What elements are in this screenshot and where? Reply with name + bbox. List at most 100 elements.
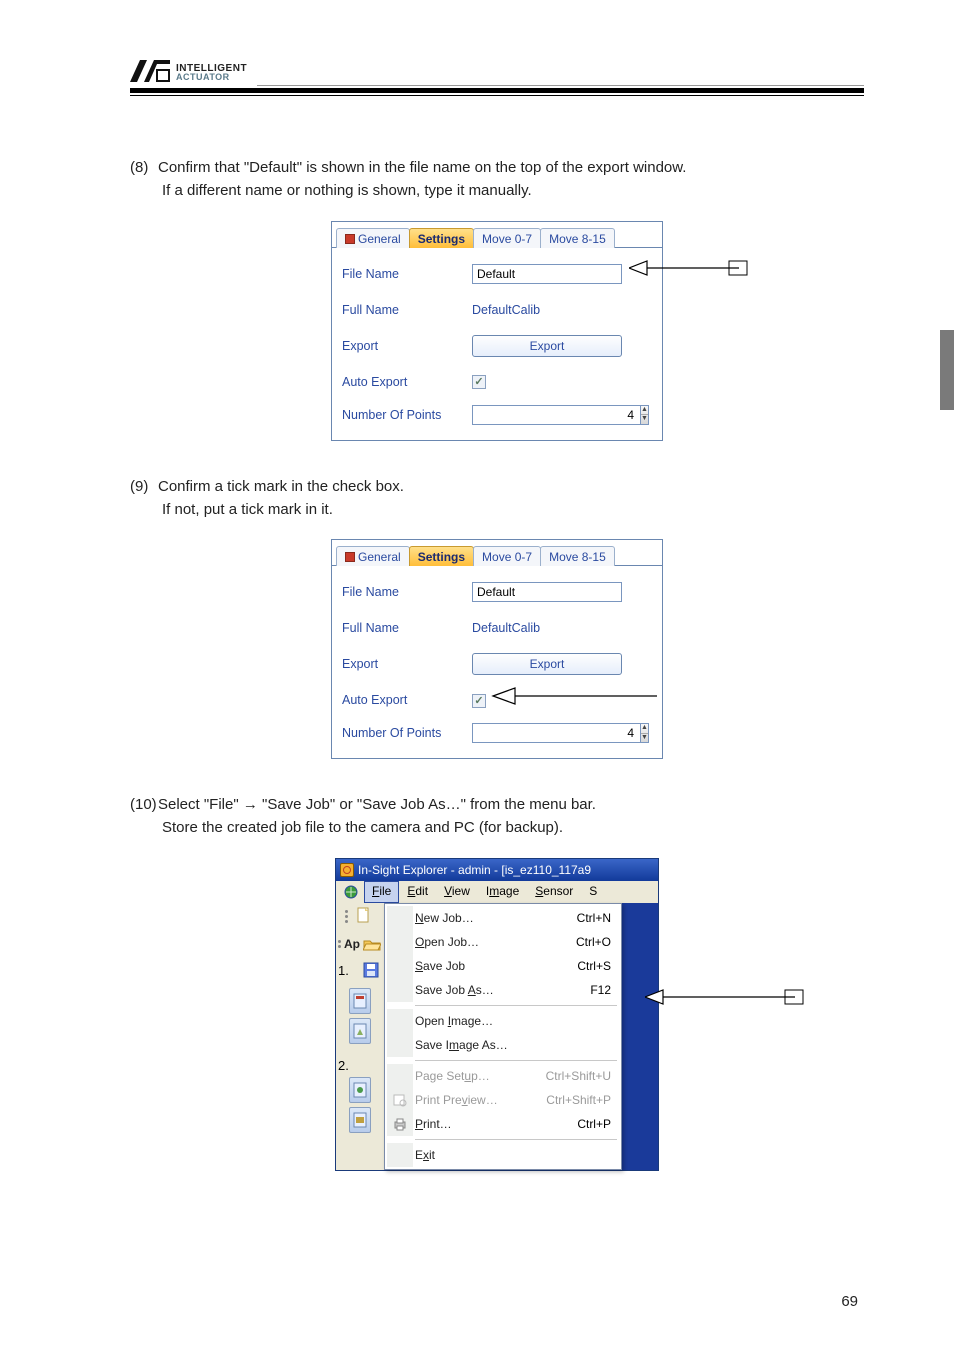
tab-move07-label: Move 0-7 — [482, 232, 532, 246]
page-number: 69 — [841, 1293, 858, 1310]
menu-item-exit[interactable]: Exit — [387, 1143, 619, 1167]
step-9: (9)Confirm a tick mark in the check box.… — [130, 475, 864, 522]
step-8-number: (8) — [130, 156, 158, 179]
toolbar-new-icon[interactable] — [353, 906, 375, 926]
tab-general-indicator-icon-2 — [345, 552, 355, 562]
brand-line2: ACTUATOR — [176, 72, 230, 82]
menu-image[interactable]: Image — [478, 881, 527, 903]
tab-general-indicator-icon — [345, 234, 355, 244]
left-wizard-icon-4[interactable] — [349, 1107, 371, 1133]
file-name-input-2[interactable] — [472, 582, 622, 602]
menu-item-new-job[interactable]: New Job… Ctrl+N — [387, 906, 619, 930]
tab-move07-2[interactable]: Move 0-7 — [473, 546, 541, 566]
number-points-label-2: Number Of Points — [342, 726, 472, 740]
number-points-spinner-2[interactable]: ▲▼ — [472, 723, 622, 743]
brand-logo: INTELLIGENT ACTUATOR — [130, 60, 247, 82]
menu-separator-1 — [415, 1005, 617, 1006]
spin-down-icon[interactable]: ▼ — [641, 415, 648, 424]
settings-panel-1: General Settings Move 0-7 Move 8-15 File… — [331, 221, 663, 441]
tab-general-label-2: General — [358, 550, 401, 564]
export-button-2[interactable]: Export — [472, 653, 622, 675]
full-name-value: DefaultCalib — [472, 303, 652, 317]
file-name-label-2: File Name — [342, 585, 472, 599]
accel-save-job: Ctrl+S — [577, 959, 611, 973]
menu-item-save-image-as[interactable]: Save Image As… — [387, 1033, 619, 1057]
sidebar-ap-label: Ap — [344, 937, 360, 951]
menu-file[interactable]: File — [364, 881, 399, 903]
left-wizard-icon-2[interactable] — [349, 1018, 371, 1044]
menu-edit[interactable]: Edit — [399, 881, 436, 903]
step-8: (8)Confirm that "Default" is shown in th… — [130, 156, 864, 203]
menu-item-print-preview: Print Preview… Ctrl+Shift+P — [387, 1088, 619, 1112]
spin-down-icon-2[interactable]: ▼ — [641, 734, 648, 743]
menu-item-save-job[interactable]: Save Job Ctrl+S — [387, 954, 619, 978]
toolbar-open-icon[interactable] — [362, 934, 382, 954]
menu-s-truncated[interactable]: S — [581, 881, 601, 903]
step-9-line1: Confirm a tick mark in the check box. — [158, 478, 404, 495]
left-wizard-icon-3[interactable] — [349, 1077, 371, 1103]
file-name-label: File Name — [342, 267, 472, 281]
file-name-input[interactable] — [472, 264, 622, 284]
accel-save-job-as: F12 — [590, 983, 611, 997]
tab-settings-2[interactable]: Settings — [409, 546, 474, 566]
menu-item-page-setup: Page Setup… Ctrl+Shift+U — [387, 1064, 619, 1088]
left-step-2: 2. — [338, 1058, 349, 1073]
tab-move815[interactable]: Move 8-15 — [540, 228, 615, 248]
menu-item-open-job[interactable]: Open Job… Ctrl+O — [387, 930, 619, 954]
app-icon — [340, 863, 354, 877]
spin-up-icon[interactable]: ▲ — [641, 406, 648, 416]
menu-separator-3 — [415, 1139, 617, 1140]
accel-print-preview: Ctrl+Shift+P — [546, 1093, 611, 1107]
accel-new-job: Ctrl+N — [577, 911, 611, 925]
insight-explorer-window: In-Sight Explorer - admin - [is_ez110_11… — [335, 858, 659, 1171]
left-toolbar: Ap 1. — [336, 903, 384, 1170]
step-10: (10)Select "File" → "Save Job" or "Save … — [130, 793, 864, 840]
window-title: In-Sight Explorer - admin - [is_ez110_11… — [358, 863, 591, 877]
menubar: File Edit View Image Sensor S — [336, 881, 658, 903]
page-edge-tab — [940, 330, 954, 410]
menu-view[interactable]: View — [436, 881, 478, 903]
toolbar-globe-icon[interactable] — [338, 881, 364, 903]
number-points-input-2[interactable] — [472, 723, 640, 743]
spin-up-icon-2[interactable]: ▲ — [641, 724, 648, 734]
file-menu-dropdown: New Job… Ctrl+N Open Job… Ctrl+O Save Jo… — [384, 903, 622, 1170]
menu-separator-2 — [415, 1060, 617, 1061]
menu-item-open-image[interactable]: Open Image… — [387, 1009, 619, 1033]
number-points-input[interactable] — [472, 405, 640, 425]
step-8-line2: If a different name or nothing is shown,… — [162, 179, 864, 202]
tab-general-label: General — [358, 232, 401, 246]
full-name-label: Full Name — [342, 303, 472, 317]
auto-export-label-2: Auto Export — [342, 693, 472, 707]
settings-panel-2: General Settings Move 0-7 Move 8-15 File… — [331, 539, 663, 759]
tab-settings-label-2: Settings — [418, 550, 465, 564]
number-points-spinner[interactable]: ▲▼ — [472, 405, 622, 425]
print-icon — [392, 1116, 408, 1132]
tab-settings-label: Settings — [418, 232, 465, 246]
step-8-line1: Confirm that "Default" is shown in the f… — [158, 159, 686, 176]
number-points-label: Number Of Points — [342, 408, 472, 422]
step-10-line2: Store the created job file to the camera… — [162, 816, 864, 839]
full-name-value-2: DefaultCalib — [472, 621, 652, 635]
menu-file-rest: ile — [379, 884, 391, 898]
step-9-line2: If not, put a tick mark in it. — [162, 498, 864, 521]
tab-settings[interactable]: Settings — [409, 228, 474, 248]
tab-general-2[interactable]: General — [336, 546, 410, 566]
export-button[interactable]: Export — [472, 335, 622, 357]
tab-move815-2[interactable]: Move 8-15 — [540, 546, 615, 566]
tab-move07[interactable]: Move 0-7 — [473, 228, 541, 248]
toolbar-save-icon[interactable] — [360, 960, 382, 980]
auto-export-checkbox[interactable] — [472, 375, 486, 389]
auto-export-label: Auto Export — [342, 375, 472, 389]
auto-export-checkbox-2[interactable] — [472, 694, 486, 708]
accel-page-setup: Ctrl+Shift+U — [546, 1069, 611, 1083]
export-label: Export — [342, 339, 472, 353]
export-label-2: Export — [342, 657, 472, 671]
tab-general[interactable]: General — [336, 228, 410, 248]
accel-open-job: Ctrl+O — [576, 935, 611, 949]
print-preview-icon — [392, 1092, 408, 1108]
left-wizard-icon-1[interactable] — [349, 988, 371, 1014]
menu-item-print[interactable]: Print… Ctrl+P — [387, 1112, 619, 1136]
menu-sensor[interactable]: Sensor — [527, 881, 581, 903]
menu-item-save-job-as[interactable]: Save Job As… F12 — [387, 978, 619, 1002]
full-name-label-2: Full Name — [342, 621, 472, 635]
